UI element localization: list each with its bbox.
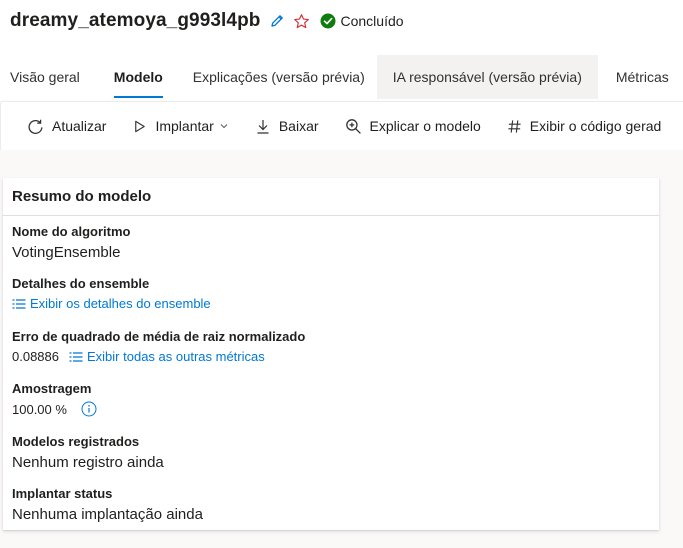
check-circle-icon [320,13,336,29]
algorithm-value: VotingEnsemble [12,244,121,261]
page-title: dreamy_atemoya_g993l4pb [10,10,261,31]
tab-model[interactable]: Modelo [104,55,173,99]
view-all-metrics-link[interactable]: Exibir todas as outras métricas [69,349,265,364]
view-code-button[interactable]: Exibir o código gerad [494,118,675,134]
command-bar: Atualizar Implantar Baixar Explicar o mo… [0,101,683,151]
tab-responsible-ai[interactable]: IA responsável (versão prévia) [376,55,598,99]
metric-field: Erro de quadrado de média de raiz normal… [12,329,305,364]
algorithm-label: Nome do algoritmo [12,224,131,239]
sampling-value-row: 100.00 % [12,401,97,417]
deploy-status-field: Implantar status Nenhuma implantação ain… [12,486,203,523]
view-ensemble-details-link[interactable]: Exibir os detalhes do ensemble [12,296,211,311]
registered-models-label: Modelos registrados [12,434,140,449]
algorithm-field: Nome do algoritmo VotingEnsemble [12,224,130,261]
ensemble-value-row: Exibir os detalhes do ensemble [12,296,211,311]
hashtag-icon [507,119,522,134]
deploy-label: Implantar [155,118,214,134]
metric-value: 0.08886 [12,349,59,364]
deploy-status-label: Implantar status [12,486,113,501]
sampling-label: Amostragem [12,381,92,396]
deploy-status-value: Nenhuma implantação ainda [12,506,203,523]
tab-metrics[interactable]: Métricas [606,55,679,99]
info-icon[interactable] [81,401,97,417]
tab-overview[interactable]: Visão geral [0,55,90,99]
zoom-in-icon [345,118,362,135]
metric-value-row: 0.08886 Exibir todas as outras métricas [12,349,305,364]
explain-model-button[interactable]: Explicar o modelo [332,118,494,135]
explain-model-label: Explicar o modelo [369,118,481,134]
ensemble-label: Detalhes do ensemble [12,276,150,291]
chevron-down-icon [219,121,229,131]
tab-bar: Visão geral Modelo Explicações (versão p… [0,55,683,99]
deploy-button[interactable]: Implantar [119,118,241,134]
sampling-field: Amostragem 100.00 % [12,381,97,417]
registered-models-field: Modelos registrados Nenhum registro aind… [12,434,164,471]
model-summary-card: Resumo do modelo Nome do algoritmo Votin… [3,178,659,530]
view-ensemble-details-label: Exibir os detalhes do ensemble [30,296,211,311]
card-title: Resumo do modelo [12,188,152,205]
run-status: Concluído [320,13,404,29]
refresh-label: Atualizar [52,118,107,134]
download-label: Baixar [278,118,319,134]
refresh-button[interactable]: Atualizar [1,118,119,135]
ensemble-field: Detalhes do ensemble Exibir os detalhes … [12,276,211,311]
favorite-star-icon[interactable] [293,13,310,30]
download-button[interactable]: Baixar [242,118,332,135]
play-icon [132,119,147,134]
registered-models-value: Nenhum registro ainda [12,454,164,471]
refresh-icon [27,118,44,135]
tab-explanations[interactable]: Explicações (versão prévia) [183,55,375,99]
view-all-metrics-label: Exibir todas as outras métricas [87,349,265,364]
sampling-value: 100.00 % [12,401,67,417]
download-icon [255,118,271,135]
edit-pencil-icon[interactable] [269,13,285,29]
card-divider [3,215,659,216]
list-icon [12,298,26,310]
metric-label: Erro de quadrado de média de raiz normal… [12,329,306,344]
list-icon [69,351,83,363]
view-code-label: Exibir o código gerad [529,118,662,134]
page-header: dreamy_atemoya_g993l4pb Concluído [10,6,404,36]
status-label: Concluído [340,13,404,29]
